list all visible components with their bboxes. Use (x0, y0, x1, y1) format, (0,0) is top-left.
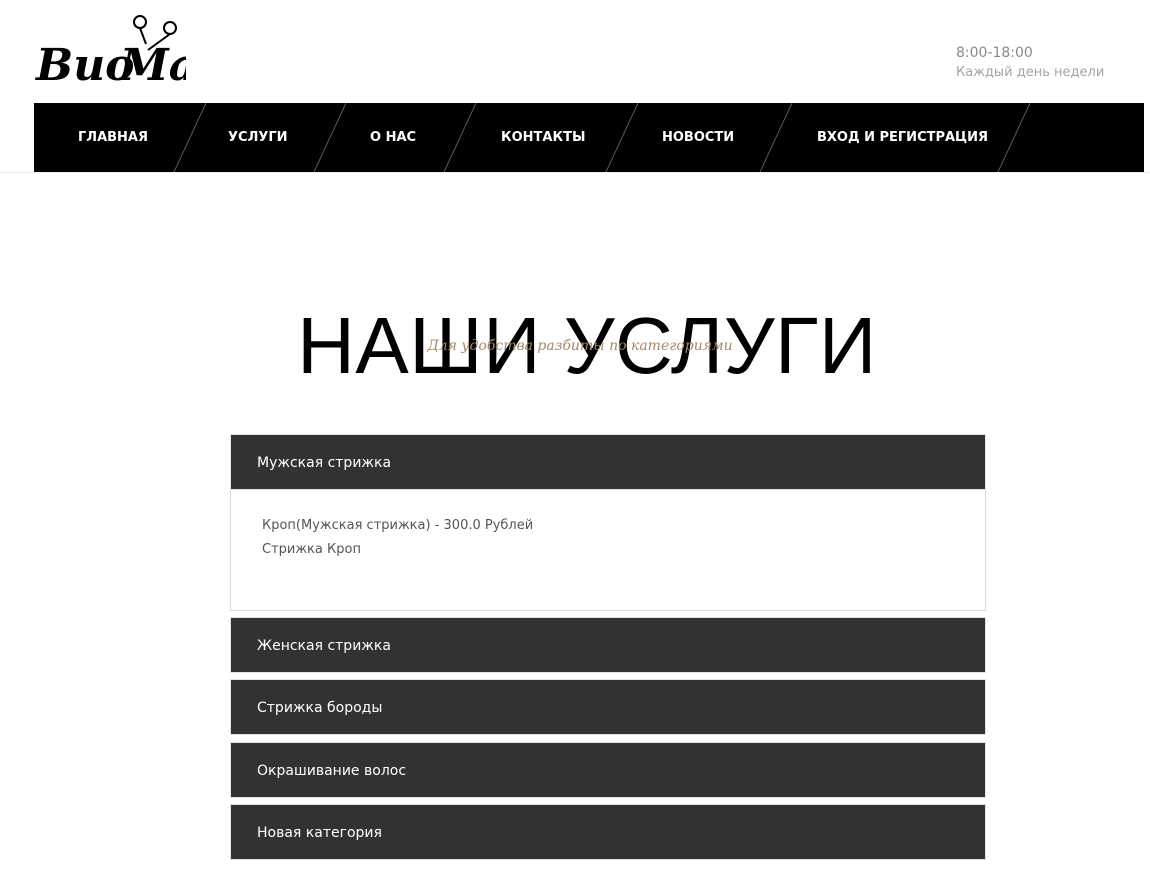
service-title: Кроп(Мужская стрижка) - 300.0 Рублей (262, 518, 534, 533)
category-header-beard-trim[interactable]: Стрижка бороды (230, 679, 986, 735)
category-header-mens-haircut[interactable]: Мужская стрижка (230, 434, 986, 490)
service-description: Стрижка Кроп (262, 542, 361, 557)
nav-separator (605, 103, 639, 172)
svg-text:Ма: Ма (118, 40, 186, 88)
category-panel-mens-haircut: Кроп(Мужская стрижка) - 300.0 Рублей Стр… (230, 490, 986, 611)
nav-item-contacts[interactable]: КОНТАКТЫ (501, 103, 585, 172)
nav-separator (443, 103, 477, 172)
nav-item-home[interactable]: ГЛАВНАЯ (78, 103, 148, 172)
nav-separator (759, 103, 793, 172)
site-header: Вио Ма 8:00-18:00 Каждый день недели ГЛА… (0, 0, 1150, 173)
page: Вио Ма 8:00-18:00 Каждый день недели ГЛА… (0, 0, 1150, 876)
category-header-hair-coloring[interactable]: Окрашивание волос (230, 742, 986, 798)
working-hours-days: Каждый день недели (956, 65, 1105, 80)
nav-separator (997, 103, 1031, 172)
main-navigation: ГЛАВНАЯ УСЛУГИ О НАС КОНТАКТЫ НОВОСТИ ВХ… (34, 103, 1144, 172)
working-hours: 8:00-18:00 Каждый день недели (956, 44, 1104, 84)
page-subtitle: Для удобства разбиты по категориями (427, 338, 733, 354)
logo-graphic: Вио Ма (34, 15, 186, 88)
nav-item-services[interactable]: УСЛУГИ (228, 103, 288, 172)
nav-item-about[interactable]: О НАС (370, 103, 416, 172)
nav-item-login-register[interactable]: ВХОД И РЕГИСТРАЦИЯ (817, 103, 988, 172)
working-hours-time: 8:00-18:00 (956, 45, 1033, 61)
nav-item-news[interactable]: НОВОСТИ (662, 103, 734, 172)
site-logo[interactable]: Вио Ма (34, 10, 186, 88)
nav-separator (313, 103, 347, 172)
category-header-womens-haircut[interactable]: Женская стрижка (230, 617, 986, 673)
category-header-new-category[interactable]: Новая категория (230, 804, 986, 860)
nav-separator (173, 103, 207, 172)
